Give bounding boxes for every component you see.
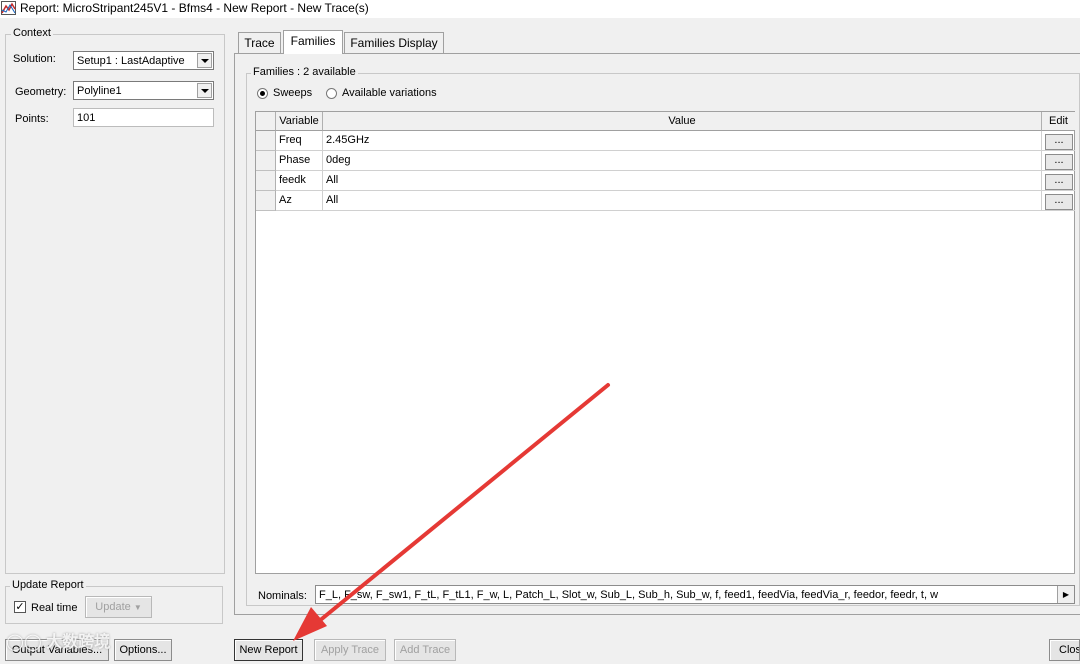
solution-label: Solution: <box>13 53 56 65</box>
column-header-variable[interactable]: Variable <box>276 112 323 131</box>
add-trace-button[interactable]: Add Trace <box>394 639 456 661</box>
scroll-right-arrow-icon[interactable]: ▶ <box>1057 586 1074 603</box>
points-input[interactable]: 101 <box>73 108 214 127</box>
column-header-value[interactable]: Value <box>323 112 1042 131</box>
available-variations-label: Available variations <box>342 87 437 99</box>
chevron-down-icon[interactable] <box>197 83 212 98</box>
watermark-text: 大数跨境 <box>46 634 111 651</box>
geometry-select[interactable]: Polyline1 <box>73 81 214 100</box>
families-table: Variable Value Edit Freq 2.45GHz ... Pha… <box>255 111 1075 574</box>
update-button[interactable]: Update ▼ <box>85 596 152 618</box>
nominals-field[interactable]: F_L, F_sw, F_sw1, F_tL, F_tL1, F_w, L, P… <box>315 585 1075 604</box>
table-row-variable: Phase <box>276 151 323 171</box>
title-bar: Report: MicroStripant245V1 - Bfms4 - New… <box>0 0 1080 18</box>
watermark: ◯◯ 大数跨境 <box>6 628 110 652</box>
tab-families-label: Families <box>290 34 336 48</box>
options-button[interactable]: Options... <box>114 639 172 661</box>
chevron-down-icon: ▼ <box>133 603 142 612</box>
table-row-value[interactable]: 0deg <box>323 151 1042 171</box>
points-label: Points: <box>15 113 49 125</box>
solution-value: Setup1 : LastAdaptive <box>77 55 185 67</box>
table-corner <box>256 112 276 131</box>
table-row-variable: feedk <box>276 171 323 191</box>
families-legend: Families : 2 available <box>251 66 358 78</box>
apply-trace-button[interactable]: Apply Trace <box>314 639 386 661</box>
table-row-value[interactable]: All <box>323 191 1042 211</box>
edit-button[interactable]: ... <box>1045 194 1073 210</box>
available-variations-radio[interactable] <box>326 88 337 99</box>
new-report-button[interactable]: New Report <box>234 639 303 661</box>
tab-families-display-label: Families Display <box>350 36 438 50</box>
row-header[interactable] <box>256 191 276 211</box>
window-title: Report: MicroStripant245V1 - Bfms4 - New… <box>20 1 369 15</box>
points-value: 101 <box>77 112 96 124</box>
update-report-legend: Update Report <box>10 579 86 591</box>
nominals-label: Nominals: <box>258 590 307 602</box>
close-button[interactable]: Close <box>1049 639 1080 661</box>
edit-button[interactable]: ... <box>1045 134 1073 150</box>
edit-button[interactable]: ... <box>1045 174 1073 190</box>
tab-families[interactable]: Families <box>283 30 343 54</box>
tab-trace[interactable]: Trace <box>238 32 281 54</box>
sweeps-radio[interactable] <box>257 88 268 99</box>
tab-trace-label: Trace <box>244 36 275 50</box>
sweeps-label: Sweeps <box>273 87 313 99</box>
geometry-label: Geometry: <box>15 86 67 98</box>
app-icon <box>1 1 16 15</box>
column-header-edit[interactable]: Edit <box>1042 112 1075 131</box>
row-header[interactable] <box>256 151 276 171</box>
realtime-label: Real time <box>31 602 78 614</box>
table-row-value[interactable]: 2.45GHz <box>323 131 1042 151</box>
row-header[interactable] <box>256 131 276 151</box>
context-legend: Context <box>11 27 53 39</box>
solution-select[interactable]: Setup1 : LastAdaptive <box>73 51 214 70</box>
watermark-logo-icon: ◯◯ <box>6 634 42 651</box>
geometry-value: Polyline1 <box>77 85 122 97</box>
table-row-variable: Freq <box>276 131 323 151</box>
edit-button[interactable]: ... <box>1045 154 1073 170</box>
tab-families-display[interactable]: Families Display <box>344 32 444 54</box>
chevron-down-icon[interactable] <box>197 53 212 68</box>
table-row-variable: Az <box>276 191 323 211</box>
row-header[interactable] <box>256 171 276 191</box>
realtime-checkbox[interactable]: ✓ <box>14 601 26 613</box>
update-label: Update <box>95 601 131 613</box>
table-row-value[interactable]: All <box>323 171 1042 191</box>
nominals-value: F_L, F_sw, F_sw1, F_tL, F_tL1, F_w, L, P… <box>319 589 939 601</box>
